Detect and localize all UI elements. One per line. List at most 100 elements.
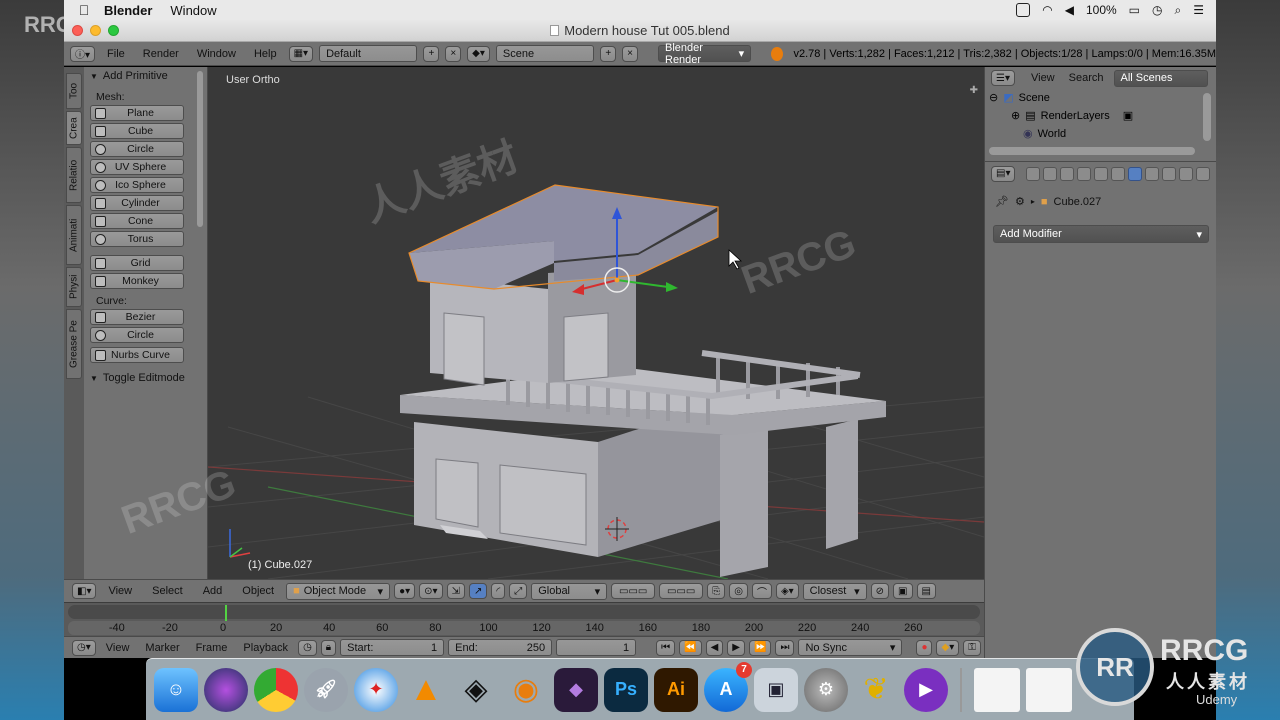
menu-view[interactable]: View	[108, 585, 132, 597]
menu-playback[interactable]: Playback	[243, 642, 288, 654]
menu-timeline-view[interactable]: View	[106, 642, 130, 654]
end-frame-field[interactable]: End: 250	[448, 639, 553, 656]
tab-relations[interactable]: Relatio	[66, 147, 82, 203]
editor-type-timeline-button[interactable]: ◷▾	[72, 639, 96, 656]
add-monkey-button[interactable]: Monkey	[90, 273, 184, 289]
3d-viewport[interactable]: User Ortho (1) Cube.027 ✚	[208, 67, 984, 579]
add-curve-circle-button[interactable]: Circle	[90, 327, 184, 343]
add-modifier-select[interactable]: Add Modifier ▾	[993, 225, 1209, 243]
dock-document-thumb-a[interactable]	[974, 667, 1020, 712]
editor-type-3d-button[interactable]: ◧▾	[72, 583, 97, 599]
dock-app-store-icon[interactable]: A7	[704, 661, 752, 712]
toolshelf-scrollbar[interactable]	[197, 71, 203, 227]
add-grid-button[interactable]: Grid	[90, 255, 184, 271]
clock-icon[interactable]: ◷	[1152, 3, 1162, 17]
dock-game-icon[interactable]: ◆	[554, 667, 598, 712]
add-layout-button[interactable]: +	[423, 45, 440, 62]
render-layers-tab-icon[interactable]	[1043, 166, 1058, 181]
editor-type-properties-button[interactable]: ▤▾	[991, 165, 1016, 182]
wifi-icon[interactable]: ◠	[1042, 3, 1052, 17]
volume-icon[interactable]: ◀	[1065, 3, 1074, 17]
menu-add[interactable]: Add	[203, 585, 223, 597]
outliner-scrollbar-v[interactable]	[1203, 93, 1211, 141]
tab-physics[interactable]: Physi	[66, 267, 82, 307]
play-reverse-button[interactable]: ◀	[705, 639, 724, 656]
timeline-scrollbar[interactable]	[68, 605, 980, 619]
dock-vlc-icon[interactable]: ▲	[404, 668, 448, 712]
spotlight-icon[interactable]: ⌕	[1175, 3, 1182, 18]
jump-end-button[interactable]: ⏭	[775, 639, 795, 656]
tab-grease-pencil[interactable]: Grease Pe	[66, 309, 82, 379]
opengl-render-icon[interactable]: ▣	[893, 583, 913, 599]
menubar-app-name[interactable]: Blender	[104, 3, 152, 18]
expand-icon[interactable]: ⊖	[989, 91, 998, 104]
jump-start-button[interactable]: ⏮	[656, 639, 676, 656]
outliner-menu-search[interactable]: Search	[1069, 72, 1104, 84]
dock-finder-icon[interactable]: ☺	[154, 667, 198, 712]
layers-grid-b[interactable]: ▭▭▭	[659, 583, 704, 599]
screen-layout-field[interactable]: Default	[319, 45, 418, 62]
pivot-point-button[interactable]: ⊙▾	[419, 583, 443, 599]
dock-screenflow-icon[interactable]: ▶	[904, 667, 948, 712]
add-uv-sphere-button[interactable]: UV Sphere	[90, 159, 184, 175]
apple-menu-icon[interactable]: 	[64, 2, 104, 18]
render-tab-icon[interactable]	[1026, 166, 1041, 181]
screenshot-icon[interactable]	[1016, 3, 1031, 17]
use-preview-range-icon[interactable]: ◷	[298, 639, 317, 656]
menubar-item-window[interactable]: Window	[170, 3, 216, 18]
toggle-editmode-panel-header[interactable]: ▼ Toggle Editmode	[84, 369, 207, 387]
dock-siri-icon[interactable]	[204, 667, 248, 712]
outliner[interactable]: ⊖ ◩ Scene ⊕ ▤ RenderLayers ▣ ◉ World	[984, 89, 1216, 161]
outliner-display-mode-select[interactable]: All Scenes	[1113, 69, 1208, 87]
dock-safari-icon[interactable]: ✦	[354, 667, 398, 712]
add-torus-button[interactable]: Torus	[90, 231, 184, 247]
snap-magnet-icon[interactable]: ⌒	[751, 583, 772, 599]
viewport-shading-button[interactable]: ●▾	[394, 583, 416, 599]
transform-orientation-select[interactable]: Global ▾	[531, 582, 608, 600]
menu-select[interactable]: Select	[152, 585, 183, 597]
current-frame-field[interactable]: 1	[556, 639, 637, 656]
texture-tab-icon[interactable]	[1179, 166, 1194, 181]
add-cube-button[interactable]: Cube	[90, 123, 184, 139]
battery-icon[interactable]: ▭	[1129, 3, 1140, 17]
auto-keyframe-record-icon[interactable]: ●	[916, 639, 933, 656]
data-tab-icon[interactable]	[1145, 166, 1160, 181]
physics-tab-icon[interactable]	[1196, 166, 1211, 181]
snap-element-button[interactable]: ◈▾	[775, 583, 799, 599]
dock-document-thumb-b[interactable]	[1026, 667, 1072, 712]
modifiers-wrench-icon[interactable]	[1128, 166, 1143, 181]
remove-scene-button[interactable]: ×	[622, 45, 638, 62]
tab-create[interactable]: Crea	[66, 111, 82, 145]
editor-type-info-button[interactable]: ⓘ▾	[70, 45, 96, 62]
menu-marker[interactable]: Marker	[145, 642, 179, 654]
renderlayer-visibility-icon[interactable]: ▣	[1123, 109, 1133, 122]
lock-camera-icon[interactable]: ⎘	[707, 583, 726, 599]
dock-preview-icon[interactable]: ▣	[754, 667, 798, 712]
tab-animation[interactable]: Animati	[66, 205, 82, 265]
play-button[interactable]: ▶	[727, 639, 745, 656]
opengl-animation-icon[interactable]: ▤	[916, 583, 936, 599]
translate-manipulator-icon[interactable]: ↗	[468, 583, 488, 599]
interaction-mode-select[interactable]: ■ Object Mode ▾	[286, 582, 391, 600]
scene-field[interactable]: Scene	[495, 45, 595, 62]
timeline-editor[interactable]: -40 -20 0 20 40 60 80 100 120 140 160 180 200 220 240 2…	[64, 602, 984, 636]
start-frame-field[interactable]: Start: 1	[340, 639, 445, 656]
dock-blender-icon[interactable]: ◉	[504, 668, 548, 712]
sync-mode-select[interactable]: No Sync ▾	[798, 639, 903, 656]
add-primitive-panel-header[interactable]: ▼ Add Primitive	[84, 67, 207, 85]
render-engine-select[interactable]: Blender Render ▾	[658, 42, 752, 66]
add-bezier-button[interactable]: Bezier	[90, 309, 184, 325]
scale-manipulator-icon[interactable]: ⤢	[509, 583, 528, 599]
pin-icon[interactable]: 📌︎	[995, 195, 1009, 208]
notification-center-icon[interactable]: ☰	[1193, 3, 1204, 17]
outliner-row-scene[interactable]: ⊖ ◩ Scene	[989, 91, 1050, 105]
menu-object[interactable]: Object	[242, 585, 274, 597]
add-plane-button[interactable]: Plane	[90, 105, 184, 121]
add-cylinder-button[interactable]: Cylinder	[90, 195, 184, 211]
material-tab-icon[interactable]	[1162, 166, 1177, 181]
keying-set-button[interactable]: ◆ ▾	[936, 639, 960, 656]
lock-time-icon[interactable]: 🔒︎	[320, 639, 337, 656]
dock-system-preferences-icon[interactable]: ⚙	[804, 667, 848, 712]
scene-tab-icon[interactable]	[1060, 166, 1075, 181]
remove-layout-button[interactable]: ×	[445, 45, 462, 62]
